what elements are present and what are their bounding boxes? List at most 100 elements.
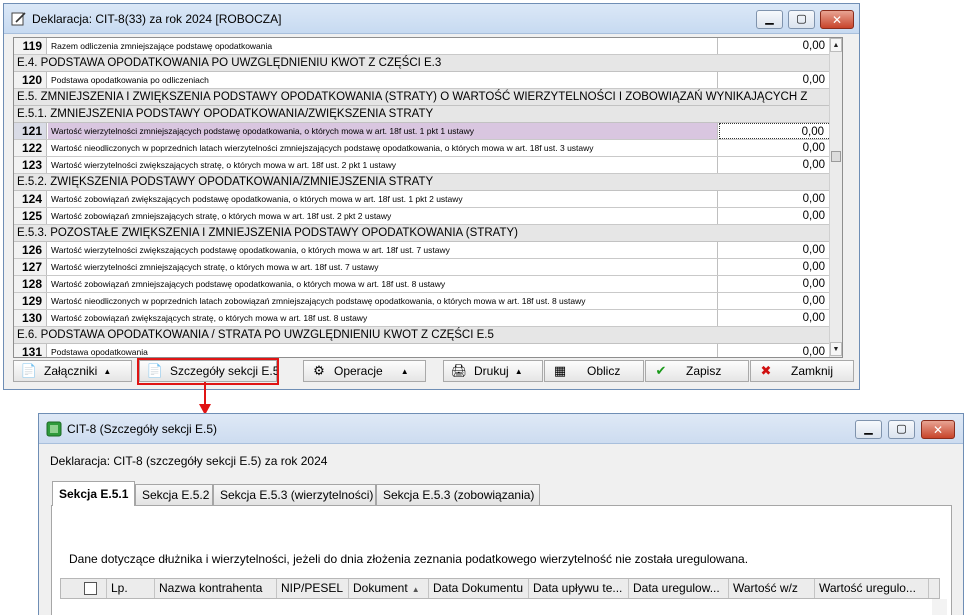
row-value[interactable]: 0,00: [719, 276, 831, 292]
vertical-scrollbar[interactable]: ▲ ▼: [829, 38, 842, 357]
scroll-thumb[interactable]: [831, 151, 841, 162]
declaration-label: Deklaracja: CIT-8 (szczegóły sekcji E.5)…: [50, 454, 328, 468]
section-header: E.4. PODSTAWA OPODATKOWANIA PO UWZGLĘDNI…: [14, 55, 842, 72]
print-button[interactable]: 🖨 Drukuj ▲: [443, 360, 543, 382]
table-scrollbar[interactable]: [932, 599, 947, 615]
scroll-down-icon[interactable]: ▼: [830, 342, 842, 356]
table-row[interactable]: 125 Wartość zobowiązań zmniejszających st…: [14, 208, 842, 225]
scroll-up-icon[interactable]: ▲: [830, 38, 842, 52]
maximize-button[interactable]: ▢: [788, 10, 815, 29]
row-value[interactable]: 0,00: [719, 123, 831, 139]
column-value[interactable]: Wartość w/z: [729, 579, 815, 598]
select-all-checkbox[interactable]: [84, 582, 97, 595]
table-row[interactable]: 128 Wartość zobowiązań zmniejszających po…: [14, 276, 842, 293]
table-row[interactable]: 121 Wartość wierzytelności zmniejszającyc…: [14, 123, 842, 140]
section-header: E.5.3. POZOSTAŁE ZWIĘKSZENIA I ZMNIEJSZE…: [14, 225, 842, 242]
row-description: Wartość wierzytelności zwiększających po…: [48, 242, 718, 258]
column-document[interactable]: Dokument ▲: [349, 579, 429, 598]
row-value[interactable]: 0,00: [719, 259, 831, 275]
row-description: Wartość zobowiązań zmniejszających podst…: [48, 276, 718, 292]
close-button[interactable]: ✕: [820, 10, 854, 29]
tab-panel: Dane dotyczące dłużnika i wierzytelności…: [51, 505, 952, 615]
section-details-window: CIT-8 (Szczegóły sekcji E.5) ▁ ▢ ✕ Dekla…: [38, 413, 964, 615]
document-icon: 📄: [20, 363, 38, 378]
row-value[interactable]: 0,00: [719, 72, 831, 88]
title-bar: Deklaracja: CIT-8(33) za rok 2024 [ROBOC…: [4, 4, 859, 34]
row-description: Podstawa opodatkowania: [48, 344, 718, 357]
table-row[interactable]: 120 Podstawa opodatkowania po odliczeniac…: [14, 72, 842, 89]
section-header: E.5.2. ZWIĘKSZENIA PODSTAWY OPODATKOWANI…: [14, 174, 842, 191]
calculate-label: Oblicz: [587, 364, 621, 378]
calculate-button[interactable]: ▦ Oblicz: [544, 360, 644, 382]
row-value[interactable]: 0,00: [719, 208, 831, 224]
row-description: Wartość wierzytelności zmniejszających s…: [48, 259, 718, 275]
minimize-button[interactable]: ▁: [855, 420, 882, 439]
row-value[interactable]: 0,00: [719, 38, 831, 54]
tab-e52[interactable]: Sekcja E.5.2: [135, 484, 213, 505]
row-number: 130: [14, 310, 47, 326]
column-settled-value[interactable]: Wartość uregulo...: [815, 579, 929, 598]
row-value[interactable]: 0,00: [719, 344, 831, 357]
row-value[interactable]: 0,00: [719, 310, 831, 326]
calculator-icon: ▦: [553, 363, 567, 378]
table-row[interactable]: 129 Wartość nieodliczonych w poprzednich …: [14, 293, 842, 310]
table-row[interactable]: 123 Wartość wierzytelności zwiększających…: [14, 157, 842, 174]
column-nip[interactable]: NIP/PESEL: [277, 579, 349, 598]
row-description: Wartość zobowiązań zmniejszających strat…: [48, 208, 718, 224]
row-number: 129: [14, 293, 47, 309]
edit-document-icon: [11, 12, 26, 26]
section-header: E.6. PODSTAWA OPODATKOWANIA / STRATA PO …: [14, 327, 842, 344]
column-document-label: Dokument: [353, 581, 408, 595]
app-icon: [46, 421, 62, 437]
row-value[interactable]: 0,00: [719, 242, 831, 258]
column-expiry-date[interactable]: Data upływu te...: [529, 579, 629, 598]
column-lp[interactable]: Lp.: [107, 579, 155, 598]
attachments-button[interactable]: 📄 Załączniki ▲: [13, 360, 132, 382]
column-lp-label: Lp.: [111, 581, 128, 595]
column-document-date-label: Data Dokumentu: [433, 581, 524, 595]
row-number: 119: [14, 38, 47, 54]
column-expiry-date-label: Data upływu te...: [533, 581, 623, 595]
maximize-icon: ▢: [896, 423, 907, 435]
row-description: Wartość wierzytelności zmniejszających p…: [48, 123, 718, 139]
chevron-up-icon: ▲: [103, 366, 112, 376]
table-row[interactable]: 122 Wartość nieodliczonych w poprzednich …: [14, 140, 842, 157]
close-button[interactable]: ✕: [921, 420, 955, 439]
operations-button[interactable]: ⚙ Operacje ▲: [303, 360, 426, 382]
minimize-button[interactable]: ▁: [756, 10, 783, 29]
table-row[interactable]: 131 Podstawa opodatkowania 0,00: [14, 344, 842, 357]
table-row[interactable]: 126 Wartość wierzytelności zwiększających…: [14, 242, 842, 259]
column-document-date[interactable]: Data Dokumentu: [429, 579, 529, 598]
tab-e51[interactable]: Sekcja E.5.1: [52, 481, 135, 506]
column-settlement-date-label: Data uregulow...: [633, 581, 720, 595]
table-row[interactable]: 119 Razem odliczenia zmniejszające podsta…: [14, 38, 842, 55]
row-value[interactable]: 0,00: [719, 157, 831, 173]
row-number: 120: [14, 72, 47, 88]
save-button[interactable]: ✔ Zapisz: [645, 360, 749, 382]
row-value[interactable]: 0,00: [719, 140, 831, 156]
table-row[interactable]: 124 Wartość zobowiązań zwiększających pod…: [14, 191, 842, 208]
close-icon: ✖: [760, 363, 772, 378]
chevron-up-icon: ▲: [400, 366, 409, 376]
column-settlement-date[interactable]: Data uregulow...: [629, 579, 729, 598]
gear-icon: ⚙: [313, 363, 325, 378]
chevron-up-icon: ▲: [514, 366, 523, 376]
minimize-icon: ▁: [765, 13, 774, 25]
close-window-button[interactable]: ✖ Zamknij: [750, 360, 854, 382]
row-number: 131: [14, 344, 47, 357]
column-contractor[interactable]: Nazwa kontrahenta: [155, 579, 277, 598]
column-nip-label: NIP/PESEL: [281, 581, 344, 595]
window-title: CIT-8 (Szczegóły sekcji E.5): [67, 422, 218, 436]
row-description: Wartość zobowiązań zwiększających stratę…: [48, 310, 718, 326]
maximize-button[interactable]: ▢: [888, 420, 915, 439]
table-row[interactable]: 130 Wartość zobowiązań zwiększających str…: [14, 310, 842, 327]
row-value[interactable]: 0,00: [719, 191, 831, 207]
tab-e53-liabilities[interactable]: Sekcja E.5.3 (zobowiązania): [376, 484, 540, 505]
row-description: Wartość zobowiązań zwiększających podsta…: [48, 191, 718, 207]
column-settled-value-label: Wartość uregulo...: [819, 581, 916, 595]
row-description: Wartość nieodliczonych w poprzednich lat…: [48, 140, 718, 156]
row-value[interactable]: 0,00: [719, 293, 831, 309]
minimize-icon: ▁: [864, 423, 873, 435]
tab-e53-receivables[interactable]: Sekcja E.5.3 (wierzytelności): [213, 484, 376, 505]
table-row[interactable]: 127 Wartość wierzytelności zmniejszającyc…: [14, 259, 842, 276]
